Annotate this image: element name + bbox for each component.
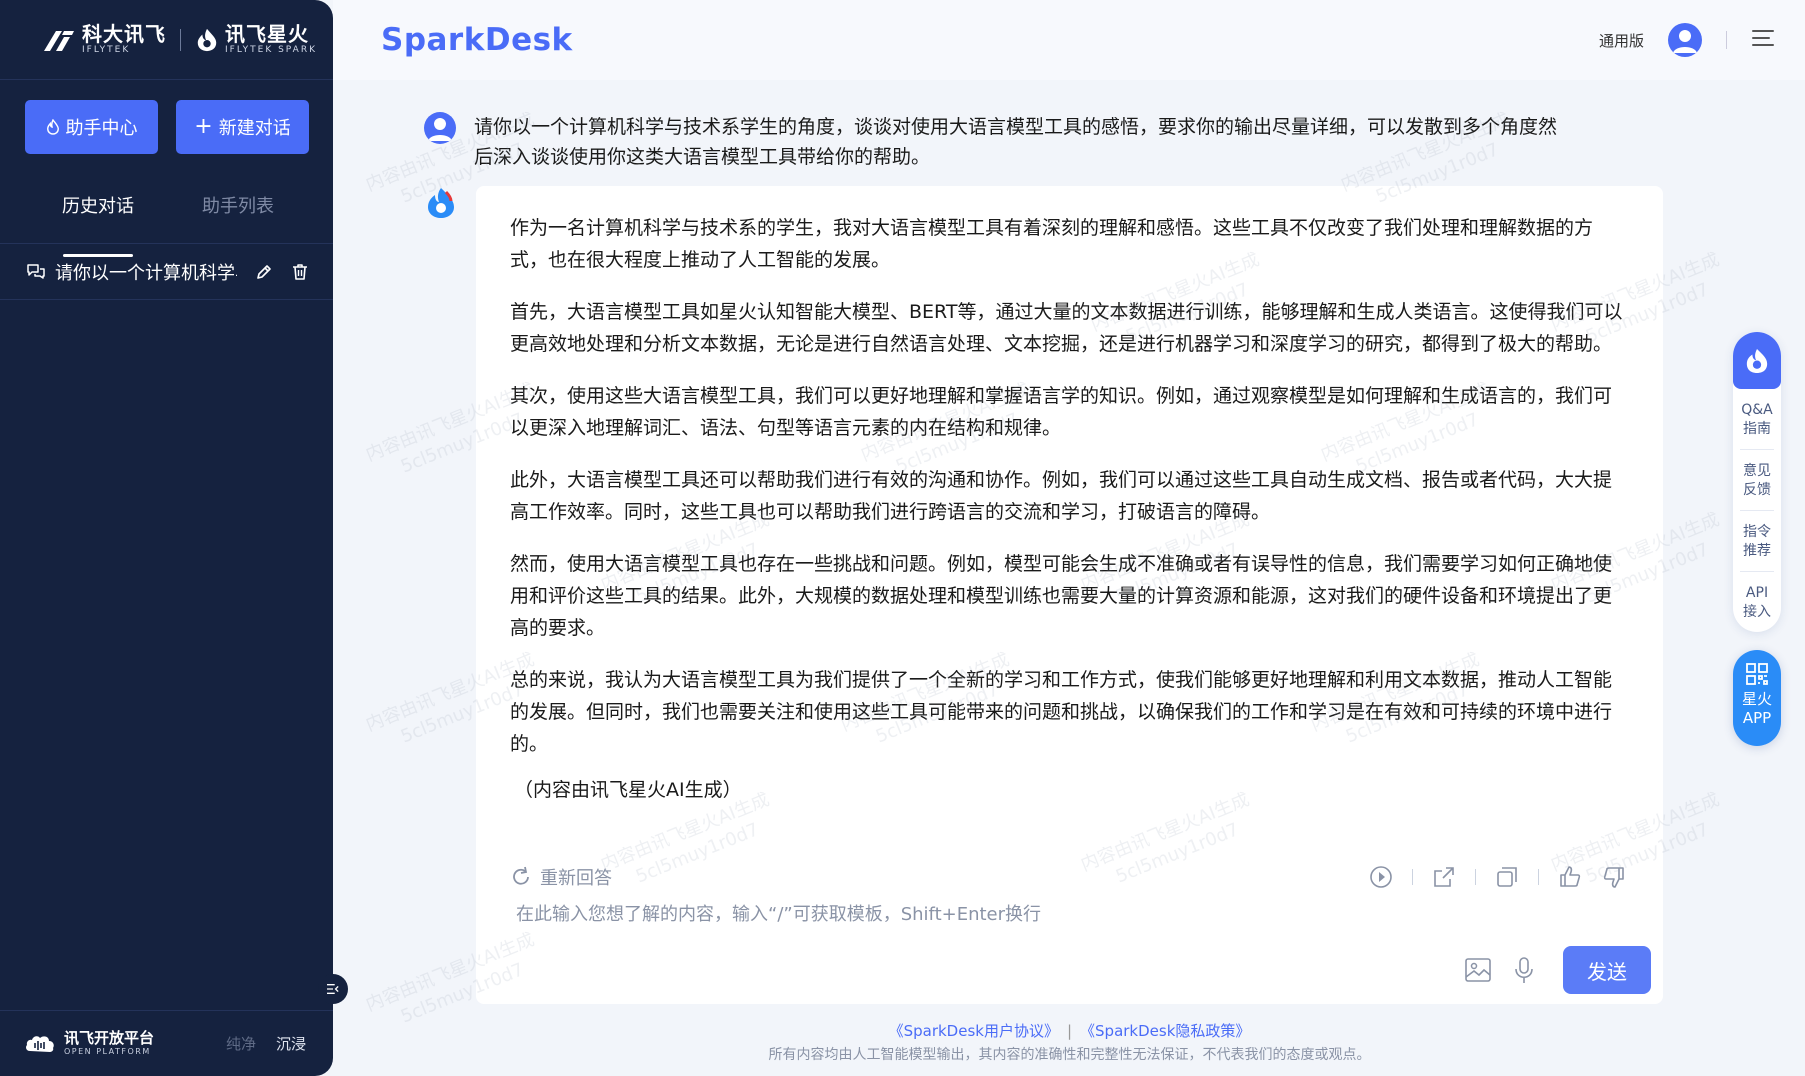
open-platform-en: OPEN PLATFORM (64, 1047, 151, 1056)
spark-app-line1: 星火 (1741, 690, 1772, 708)
send-button[interactable]: 发送 (1563, 946, 1651, 994)
flame-icon (46, 119, 59, 135)
answer-actions: 重新回答 (510, 862, 1627, 892)
chat-bubbles-icon (25, 261, 47, 283)
answer-body: 作为一名计算机科学与技术系的学生，我对大语言模型工具有着深刻的理解和感悟。这些工… (476, 186, 1663, 806)
disclaimer: 所有内容均由人工智能模型输出，其内容的准确性和完整性无法保证，不代表我们的态度或… (768, 1047, 1371, 1063)
thumbs-up-icon[interactable] (1557, 864, 1583, 890)
prompt-recommend-button[interactable]: 指令 推荐 (1740, 511, 1774, 572)
qa-guide-line2: 指南 (1743, 421, 1771, 437)
answer-paragraph: 总的来说，我认为大语言模型工具为我们提供了一个全新的学习和工作方式，使我们能够更… (510, 669, 1613, 755)
mode-switch: 纯净 沉浸 (226, 1033, 306, 1054)
sidebar-collapse-button[interactable] (318, 974, 348, 1004)
qa-guide-line1: Q&A (1741, 402, 1773, 418)
api-access-button[interactable]: API 接入 (1740, 572, 1774, 632)
top-header: SparkDesk 通用版 (333, 0, 1805, 80)
user-message: 请你以一个计算机科学与技术系学生的角度，谈谈对使用大语言模型工具的感悟，要求你的… (424, 112, 1574, 172)
mode-plain-button[interactable]: 纯净 (226, 1033, 256, 1054)
answer-paragraph: 首先，大语言模型工具如星火认知智能大模型、BERT等，通过大量的文本数据进行训练… (510, 301, 1623, 355)
feedback-line2: 反馈 (1743, 482, 1771, 498)
tool-divider (1538, 869, 1539, 885)
sidebar: 科大讯飞 IFLYTEK 讯飞星火 IFLYTEK SPARK 助手中心 + 新 (0, 0, 333, 1076)
tab-assistant-list[interactable]: 助手列表 (168, 186, 308, 243)
trash-icon[interactable] (289, 261, 311, 283)
regenerate-label: 重新回答 (540, 868, 612, 889)
iflytek-logo-icon (44, 30, 74, 51)
regenerate-button[interactable]: 重新回答 (510, 864, 612, 890)
api-access-line1: API (1745, 585, 1769, 601)
ai-generated-note: （内容由讯飞星火AI生成） (514, 779, 742, 801)
new-chat-label: 新建对话 (218, 118, 291, 139)
brand-logo[interactable]: SparkDesk (381, 22, 573, 58)
footer-links: 《SparkDesk用户协议》 | 《SparkDesk隐私政策》 (476, 1020, 1663, 1041)
footer-separator: | (1066, 1022, 1073, 1040)
history-item-title: 请你以一个计算机科学与技术系学生的角度 (55, 262, 237, 284)
iflytek-logo-cn: 科大讯飞 (82, 22, 166, 46)
spark-bot-avatar (424, 186, 458, 220)
floating-toolbar: Q&A 指南 意见 反馈 指令 推荐 API 接入 (1733, 332, 1781, 632)
spark-flame-icon (428, 188, 454, 218)
new-chat-button[interactable]: + 新建对话 (176, 100, 309, 154)
qa-guide-button[interactable]: Q&A 指南 (1740, 389, 1774, 450)
qr-code-icon (1746, 663, 1768, 685)
avatar[interactable] (1668, 23, 1702, 57)
iflytek-logo-en: IFLYTEK (82, 45, 131, 55)
tool-divider (1475, 869, 1476, 885)
assistant-center-label: 助手中心 (65, 118, 138, 139)
sound-wave-logo-icon (26, 1035, 54, 1052)
spark-logo-en: IFLYTEK SPARK (225, 45, 317, 55)
chat-input[interactable]: 在此输入您想了解的内容，输入“/”可获取模板，Shift+Enter换行 (516, 900, 1041, 926)
open-platform-cn: 讯飞开放平台 (64, 1029, 155, 1047)
thumbs-down-icon[interactable] (1601, 864, 1627, 890)
answer-paragraph: 此外，大语言模型工具还可以帮助我们进行有效的沟通和协作。例如，我们可以通过这些工… (510, 469, 1613, 523)
logo-divider (180, 28, 181, 51)
user-avatar (424, 112, 456, 144)
prompt-recommend-line2: 推荐 (1743, 543, 1771, 559)
feedback-line1: 意见 (1743, 463, 1771, 479)
plus-icon: + (194, 114, 213, 139)
answer-paragraph: 作为一名计算机科学与技术系的学生，我对大语言模型工具有着深刻的理解和感悟。这些工… (510, 217, 1594, 271)
share-icon[interactable] (1431, 864, 1457, 890)
user-avatar-icon (428, 118, 452, 141)
spark-logo: 讯飞星火 IFLYTEK SPARK (195, 24, 317, 55)
prompt-recommend-line1: 指令 (1743, 524, 1771, 540)
collapse-icon (327, 984, 339, 994)
spark-logo-cn: 讯飞星火 (225, 22, 309, 46)
spark-home-button[interactable] (1733, 332, 1781, 389)
play-icon[interactable] (1368, 864, 1394, 890)
user-avatar-icon (1673, 30, 1697, 53)
spark-flame-logo-icon (197, 28, 217, 51)
spark-app-button[interactable]: 星火 APP (1733, 650, 1781, 746)
version-label[interactable]: 通用版 (1599, 30, 1644, 51)
assistant-center-button[interactable]: 助手中心 (25, 100, 158, 154)
api-access-line2: 接入 (1743, 604, 1771, 620)
answer-paragraph: 其次，使用这些大语言模型工具，我们可以更好地理解和掌握语言学的知识。例如，通过观… (510, 385, 1613, 439)
copy-icon[interactable] (1494, 864, 1520, 890)
open-platform-logo[interactable]: 讯飞开放平台 OPEN PLATFORM (24, 1031, 154, 1057)
image-upload-icon[interactable] (1463, 955, 1493, 985)
microphone-icon[interactable] (1509, 955, 1539, 985)
spark-app-line2: APP (1742, 709, 1772, 727)
sidebar-tabs: 历史对话 助手列表 (0, 154, 333, 244)
refresh-icon (513, 866, 529, 885)
user-message-text: 请你以一个计算机科学与技术系学生的角度，谈谈对使用大语言模型工具的感悟，要求你的… (474, 116, 1558, 168)
answer-paragraph: 然而，使用大语言模型工具也存在一些挑战和问题。例如，模型可能会生成不准确或者有误… (510, 553, 1613, 639)
header-divider (1726, 31, 1727, 49)
sidebar-footer: 讯飞开放平台 OPEN PLATFORM 纯净 沉浸 (0, 1010, 333, 1076)
feedback-button[interactable]: 意见 反馈 (1740, 450, 1774, 511)
history-item[interactable]: 请你以一个计算机科学与技术系学生的角度 (0, 244, 333, 300)
mode-immersive-button[interactable]: 沉浸 (276, 1033, 306, 1054)
sidebar-logo: 科大讯飞 IFLYTEK 讯飞星火 IFLYTEK SPARK (0, 0, 333, 80)
tab-history[interactable]: 历史对话 (28, 186, 168, 243)
tool-divider (1412, 869, 1413, 885)
answer-card: 作为一名计算机科学与技术系的学生，我对大语言模型工具有着深刻的理解和感悟。这些工… (476, 186, 1663, 1004)
user-agreement-link[interactable]: 《SparkDesk用户协议》 (889, 1022, 1059, 1040)
hamburger-icon[interactable] (1751, 28, 1775, 52)
iflytek-logo: 科大讯飞 IFLYTEK (42, 24, 166, 55)
privacy-policy-link[interactable]: 《SparkDesk隐私政策》 (1080, 1022, 1250, 1040)
spark-flame-icon (1746, 348, 1768, 373)
pencil-icon[interactable] (253, 261, 275, 283)
